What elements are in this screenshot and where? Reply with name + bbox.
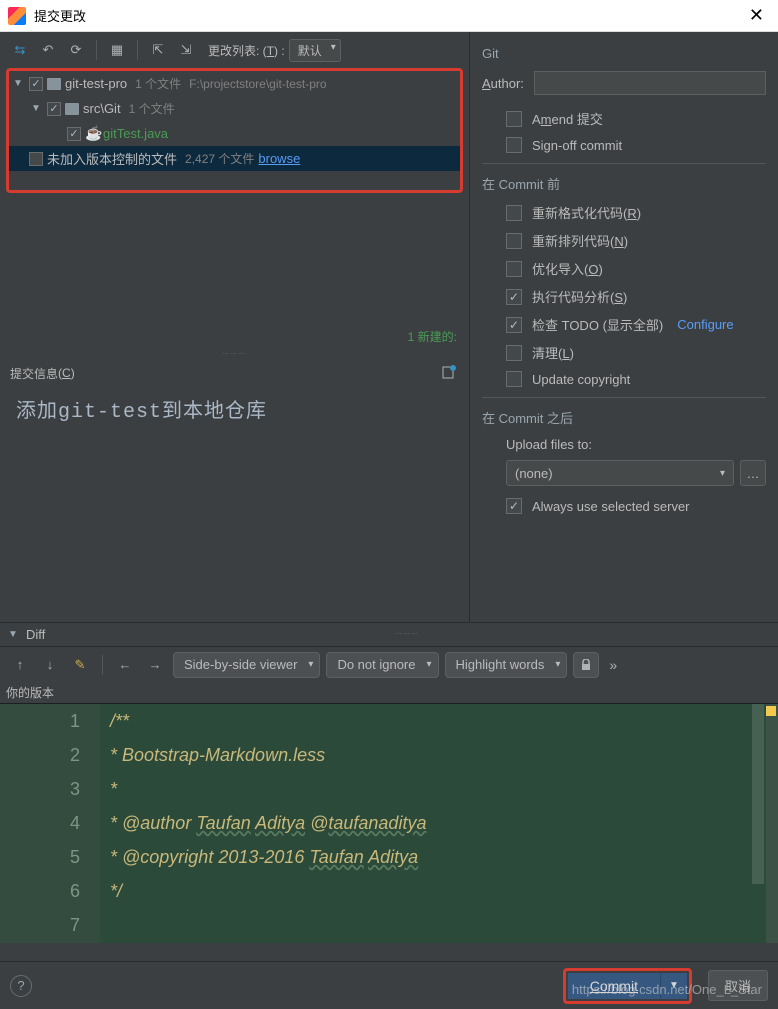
line-gutter: 1 2 3 4 5 6 7 [0, 704, 100, 943]
chevron-down-icon[interactable]: ▼ [13, 78, 25, 89]
scroll-indicator[interactable] [766, 704, 778, 943]
todo-row[interactable]: 检查 TODO (显示全部) Configure [482, 315, 766, 334]
history-icon[interactable] [441, 364, 459, 382]
edit-icon[interactable]: ✎ [68, 653, 92, 677]
author-input[interactable] [534, 71, 766, 95]
viewer-mode-select[interactable]: Side-by-side viewer [173, 652, 320, 678]
prev-diff-icon[interactable]: ↑ [8, 653, 32, 677]
before-commit-title: 在 Commit 前 [482, 174, 766, 193]
diff-toolbar: ↑ ↓ ✎ ← → Side-by-side viewer Do not ign… [0, 646, 778, 682]
after-commit-title: 在 Commit 之后 [482, 408, 766, 427]
checkbox[interactable] [67, 127, 81, 141]
refresh-icon[interactable]: ⟳ [64, 38, 88, 62]
checkbox[interactable] [506, 137, 522, 153]
tree-row-unversioned[interactable]: 未加入版本控制的文件 2,427 个文件 browse [9, 146, 460, 171]
app-icon [8, 7, 26, 25]
ignore-select[interactable]: Do not ignore [326, 652, 438, 678]
reformat-row[interactable]: 重新格式化代码(R) [482, 203, 766, 222]
always-server-row[interactable]: Always use selected server [482, 498, 766, 514]
checkbox[interactable] [506, 289, 522, 305]
code-content[interactable]: /** * Bootstrap-Markdown.less * * @autho… [100, 704, 778, 943]
commit-message-header: 提交信息(C) [0, 360, 469, 386]
upload-server-select[interactable]: (none) [506, 460, 734, 486]
folder-icon [65, 103, 79, 115]
titlebar: 提交更改 ✕ [0, 0, 778, 32]
git-section-title: Git [482, 46, 766, 61]
commit-dropdown[interactable]: ▼ [661, 973, 687, 999]
scrollbar-thumb[interactable] [752, 704, 764, 884]
highlight-select[interactable]: Highlight words [445, 652, 568, 678]
expand-icon[interactable]: ⇱ [146, 38, 170, 62]
diff-section-header[interactable]: ▼ Diff ┄┄┄ [0, 622, 778, 646]
changes-tree: ▼ git-test-pro 1 个文件 F:\projectstore\git… [9, 71, 460, 171]
changes-toolbar: ⇆ ↶ ⟳ ▦ ⇱ ⇲ 更改列表: (T) : 默认 [0, 32, 469, 68]
changelist-label: 更改列表: (T) : [208, 42, 285, 59]
resize-grip[interactable]: ┄┄┄ [0, 349, 469, 360]
cleanup-row[interactable]: 清理(L) [482, 343, 766, 362]
optimize-row[interactable]: 优化导入(O) [482, 259, 766, 278]
commit-button[interactable]: Commit [568, 973, 661, 999]
diff-icon[interactable]: ⇆ [8, 38, 32, 62]
configure-link[interactable]: Configure [677, 317, 733, 332]
amend-checkbox-row[interactable]: Amend 提交 [482, 109, 766, 128]
author-label: Author: [482, 76, 524, 91]
back-icon[interactable]: ← [113, 653, 137, 677]
browse-server-button[interactable]: … [740, 460, 766, 486]
signoff-checkbox-row[interactable]: Sign-off commit [482, 137, 766, 153]
group-icon[interactable]: ▦ [105, 38, 129, 62]
cancel-button[interactable]: 取消 [708, 970, 768, 1001]
chevron-down-icon[interactable]: ▼ [8, 629, 20, 640]
checkbox[interactable] [506, 111, 522, 127]
diff-editor[interactable]: 1 2 3 4 5 6 7 /** * Bootstrap-Markdown.l… [0, 703, 778, 943]
checkbox[interactable] [506, 261, 522, 277]
checkbox[interactable] [29, 77, 43, 91]
revert-icon[interactable]: ↶ [36, 38, 60, 62]
browse-link[interactable]: browse [258, 151, 300, 166]
forward-icon[interactable]: → [143, 653, 167, 677]
analyze-row[interactable]: 执行代码分析(S) [482, 287, 766, 306]
status-new-count: 1 新建的: [0, 324, 469, 349]
next-diff-icon[interactable]: ↓ [38, 653, 62, 677]
copyright-row[interactable]: Update copyright [482, 371, 766, 387]
dialog-footer: ? Commit ▼ 取消 [0, 961, 778, 1009]
checkbox[interactable] [506, 345, 522, 361]
checkbox[interactable] [506, 233, 522, 249]
window-title: 提交更改 [34, 6, 743, 25]
your-version-label: 你的版本 [0, 682, 778, 703]
checkbox[interactable] [29, 152, 43, 166]
close-icon[interactable]: ✕ [743, 5, 770, 26]
java-file-icon: ☕ [85, 125, 99, 142]
tree-row-folder[interactable]: ▼ src\Git 1 个文件 [9, 96, 460, 121]
help-icon[interactable]: ? [10, 975, 32, 997]
resize-grip[interactable]: ┄┄┄ [396, 629, 420, 640]
lock-icon[interactable] [573, 652, 599, 678]
changelist-select[interactable]: 默认 [289, 39, 341, 62]
rearrange-row[interactable]: 重新排列代码(N) [482, 231, 766, 250]
chevron-down-icon[interactable]: ▼ [31, 103, 43, 114]
tree-row-root[interactable]: ▼ git-test-pro 1 个文件 F:\projectstore\git… [9, 71, 460, 96]
collapse-icon[interactable]: ⇲ [174, 38, 198, 62]
checkbox[interactable] [47, 102, 61, 116]
checkbox[interactable] [506, 317, 522, 333]
warning-marker[interactable] [766, 706, 776, 716]
checkbox[interactable] [506, 205, 522, 221]
folder-icon [47, 78, 61, 90]
upload-label: Upload files to: [506, 437, 766, 452]
checkbox[interactable] [506, 498, 522, 514]
checkbox[interactable] [506, 371, 522, 387]
more-icon[interactable]: » [605, 657, 621, 673]
commit-message-input[interactable]: 添加git-test到本地仓库 [6, 386, 463, 616]
tree-row-file[interactable]: ☕ gitTest.java [9, 121, 460, 146]
